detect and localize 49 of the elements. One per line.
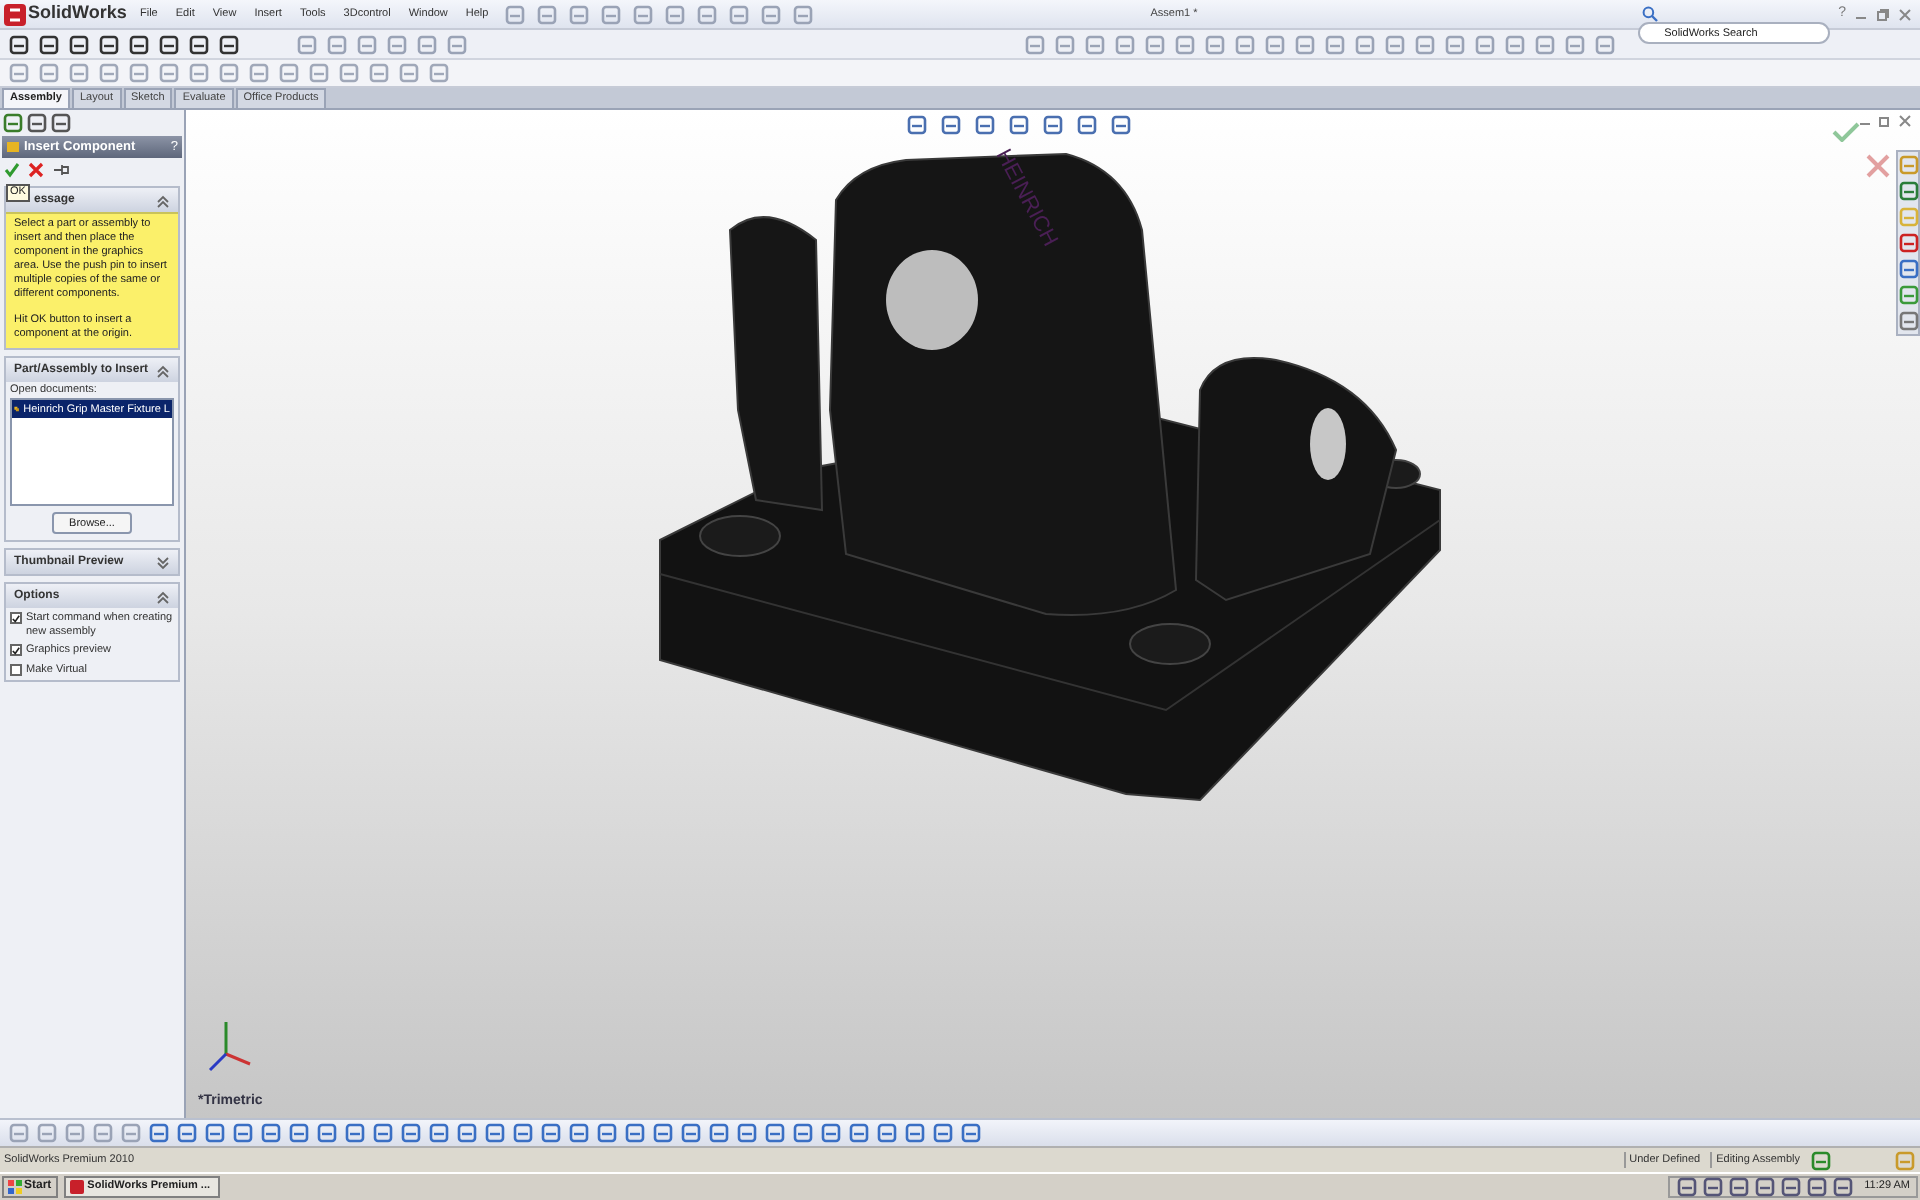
toolbar-icon[interactable] <box>940 114 962 136</box>
restore-icon[interactable] <box>1876 7 1890 21</box>
toolbar-icon[interactable] <box>218 33 240 55</box>
toolbar-icon[interactable] <box>1806 1176 1829 1198</box>
close-icon[interactable] <box>1898 7 1912 21</box>
toolbar-icon[interactable] <box>1110 114 1132 136</box>
cancel-icon[interactable] <box>1866 154 1890 178</box>
component-icon <box>6 140 20 154</box>
toolbar-icon[interactable] <box>68 33 90 55</box>
checkbox[interactable] <box>10 663 22 676</box>
restore-icon[interactable] <box>1878 114 1892 128</box>
toolbar-icon[interactable] <box>1008 114 1030 136</box>
push-pin-icon[interactable] <box>52 161 70 177</box>
toolbar-icon[interactable] <box>1754 1176 1777 1198</box>
logo-icon <box>69 1180 84 1194</box>
toolbar-icon[interactable] <box>974 114 996 136</box>
toolbar-icon[interactable] <box>26 112 48 134</box>
search-icon <box>1642 6 1659 22</box>
toolbar-icon[interactable] <box>158 33 180 55</box>
ok-checkmark-icon[interactable] <box>4 161 20 177</box>
toolbar-icon[interactable] <box>1676 1176 1699 1198</box>
toolbar-icon[interactable] <box>8 33 30 55</box>
close-icon[interactable] <box>1898 114 1912 128</box>
toolbar-icon[interactable] <box>1076 114 1098 136</box>
toolbar-icon[interactable] <box>1042 114 1064 136</box>
checkmark-icon <box>12 645 20 656</box>
toolbar-icon[interactable] <box>50 112 72 134</box>
toolbar-icon[interactable] <box>1780 1176 1803 1198</box>
collapse-chevron-icon[interactable] <box>156 589 170 604</box>
toolbar-icon[interactable] <box>98 33 120 55</box>
toolbar-icon[interactable] <box>38 33 60 55</box>
confirm-checkmark-icon[interactable] <box>1832 122 1860 142</box>
toolbar-icon[interactable] <box>1728 1176 1751 1198</box>
app-logo: SolidWorks <box>28 0 127 27</box>
checkbox[interactable] <box>10 644 22 657</box>
cancel-icon[interactable] <box>28 161 44 177</box>
collapse-chevron-icon[interactable] <box>156 363 170 377</box>
checkbox[interactable] <box>10 612 22 625</box>
toolbar-icon[interactable] <box>128 33 150 55</box>
expand-chevron-icon[interactable] <box>156 555 170 570</box>
checkmark-icon <box>12 613 20 624</box>
logo-icon <box>4 3 26 25</box>
windows-logo-icon <box>8 1180 22 1194</box>
toolbar-icon[interactable] <box>1702 1176 1725 1198</box>
assembly-icon <box>14 402 20 417</box>
toolbar-icon[interactable] <box>906 114 928 136</box>
collapse-chevron-icon[interactable] <box>156 193 170 207</box>
toolbar-icon[interactable] <box>1832 1176 1855 1198</box>
toolbar-icon[interactable] <box>188 33 210 55</box>
